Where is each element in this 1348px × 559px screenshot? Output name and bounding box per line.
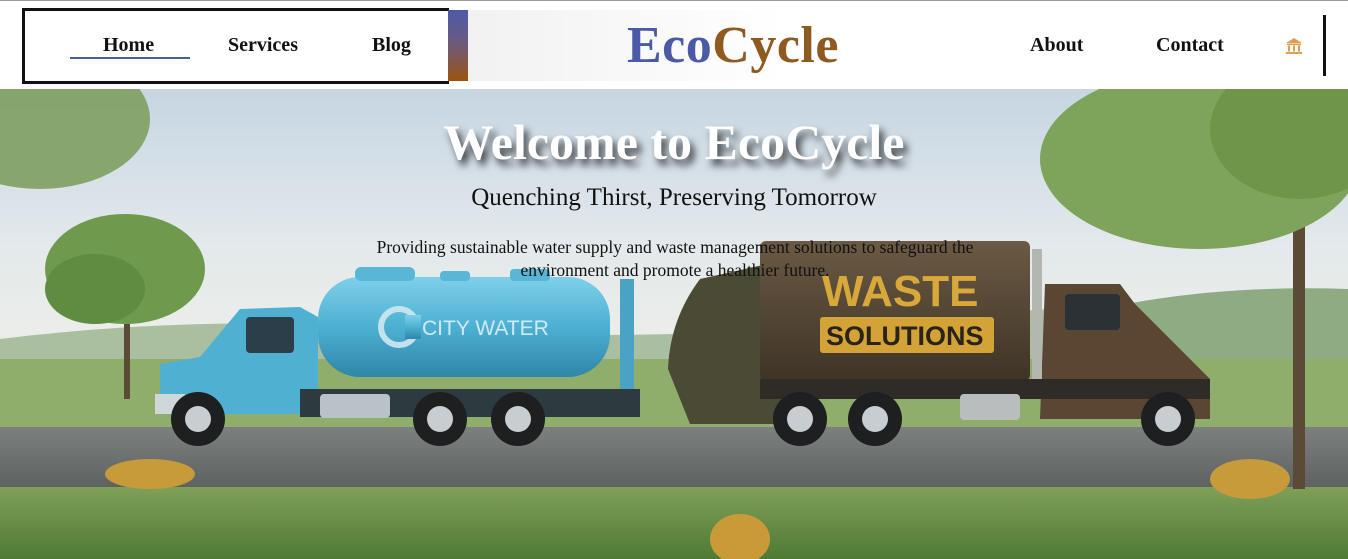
brand-logo[interactable]: EcoCycle xyxy=(627,15,839,77)
nav-services-link[interactable]: Services xyxy=(228,34,298,57)
site-header: Home Services Blog EcoCycle About Contac… xyxy=(0,1,1348,89)
city-water-label: CITY WATER xyxy=(422,317,549,340)
nav-about-link[interactable]: About xyxy=(1030,34,1083,57)
brand-logo-eco: Eco xyxy=(627,17,713,74)
brand-logo-cycle: Cycle xyxy=(712,17,839,74)
brand-gradient-bar xyxy=(448,10,468,81)
hero-section: CITY WATER WASTE SOLUTIONS Welcome to Ec… xyxy=(0,89,1348,559)
nav-contact-link[interactable]: Contact xyxy=(1156,34,1224,57)
hero-subtitle: Quenching Thirst, Preserving Tomorrow xyxy=(471,184,877,211)
building-icon[interactable] xyxy=(1285,37,1303,55)
nav-home-link[interactable]: Home xyxy=(103,34,154,57)
hero-description: Providing sustainable water supply and w… xyxy=(376,237,974,280)
nav-blog-link[interactable]: Blog xyxy=(372,34,411,57)
active-nav-underline xyxy=(70,57,190,59)
waste-sign-line2: SOLUTIONS xyxy=(826,321,984,351)
header-right-divider xyxy=(1323,15,1326,76)
hero-title: Welcome to EcoCycle xyxy=(443,114,905,170)
